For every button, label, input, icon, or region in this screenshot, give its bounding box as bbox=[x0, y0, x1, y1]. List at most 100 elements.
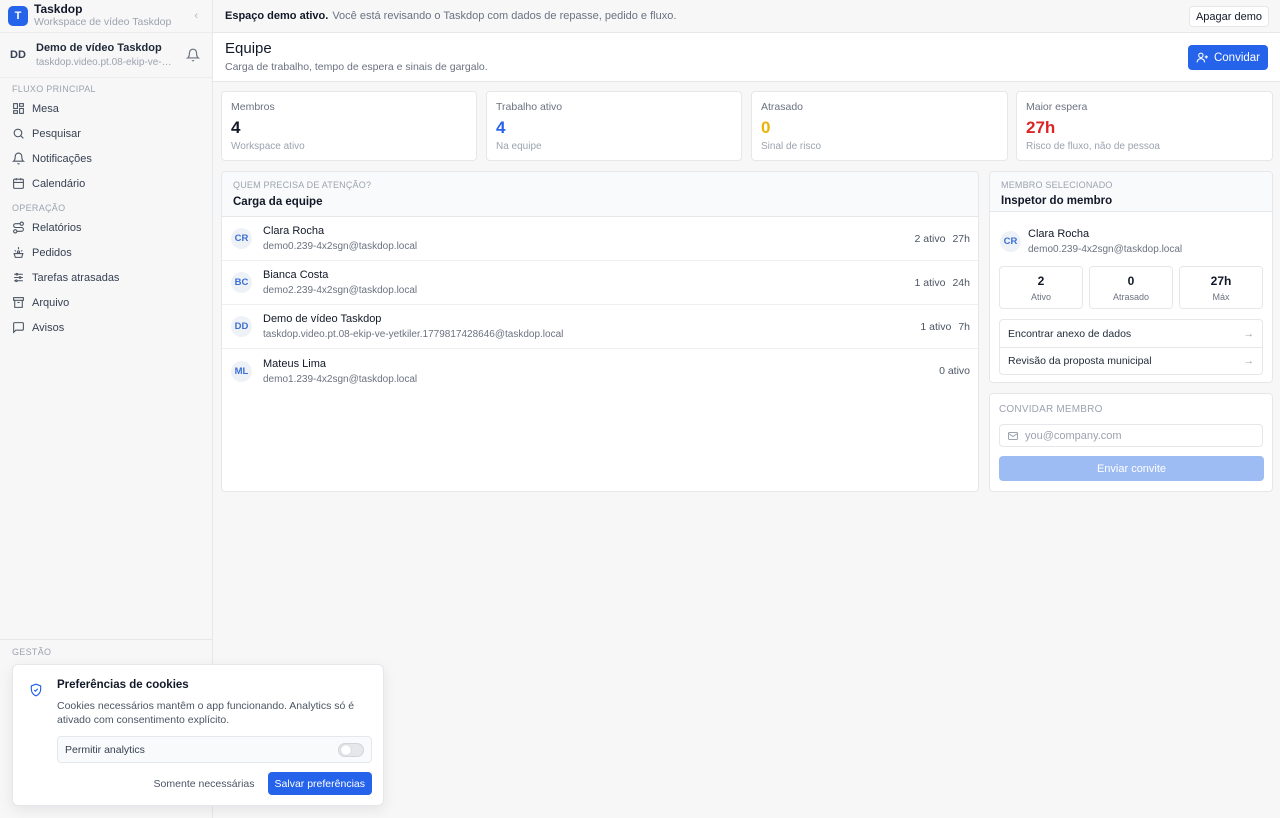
banner-text: Você está revisando o Taskdop com dados … bbox=[332, 10, 677, 22]
member-name: Clara Rocha bbox=[263, 225, 325, 237]
analytics-label: Permitir analytics bbox=[65, 743, 145, 756]
inspector-member: CR Clara Rocha demo0.239-4x2sgn@taskdop.… bbox=[990, 212, 1272, 256]
sidebar-item-label: Tarefas atrasadas bbox=[32, 271, 120, 284]
stat-label: Membros bbox=[231, 101, 275, 113]
member-row[interactable]: CR Clara Rocha demo0.239-4x2sgn@taskdop.… bbox=[222, 217, 978, 261]
save-preferences-button[interactable]: Salvar preferências bbox=[267, 772, 372, 795]
order-icon bbox=[13, 247, 24, 258]
avatar: BC bbox=[231, 272, 252, 293]
member-name: Mateus Lima bbox=[263, 357, 326, 370]
mini-stat-late: 0 Atrasado bbox=[1089, 266, 1173, 309]
archive-icon bbox=[13, 297, 24, 308]
user-name: Demo de vídeo Taskdop bbox=[36, 42, 162, 54]
sidebar-item-tarefas-atrasadas[interactable]: Tarefas atrasadas bbox=[0, 265, 212, 290]
mail-icon bbox=[1008, 431, 1018, 440]
member-inspector: MEMBRO SELECIONADO Inspetor do membro CR… bbox=[989, 171, 1273, 383]
stat-card-longest-wait: Maior espera 27h Risco de fluxo, não de … bbox=[1016, 91, 1273, 161]
member-wait: 24h bbox=[952, 276, 970, 289]
inspector-member-email: demo0.239-4x2sgn@taskdop.local bbox=[1028, 244, 1183, 255]
stat-value: 0 bbox=[761, 118, 771, 137]
inspector-title: Inspetor do membro bbox=[1001, 195, 1113, 207]
member-active-count: 0 ativo bbox=[939, 365, 970, 377]
brand-subtitle: Workspace de vídeo Taskdop bbox=[34, 16, 172, 28]
send-invite-button[interactable]: Enviar convite bbox=[999, 456, 1264, 481]
task-label: Encontrar anexo de dados bbox=[1008, 327, 1132, 340]
arrow-right-icon: → bbox=[1243, 355, 1255, 367]
member-email: taskdop.video.pt.08-ekip-ve-yetkiler.177… bbox=[263, 329, 564, 340]
mini-stat-value: 27h bbox=[1210, 274, 1232, 288]
analytics-toggle-row[interactable]: Permitir analytics bbox=[57, 736, 372, 763]
sidebar-item-mesa[interactable]: Mesa bbox=[0, 96, 212, 121]
sliders-icon bbox=[14, 272, 23, 283]
user-email: taskdop.video.pt.08-ekip-ve-… bbox=[36, 57, 172, 68]
sidebar-item-label: Avisos bbox=[32, 321, 65, 334]
sidebar-item-label: Pedidos bbox=[32, 246, 72, 259]
delete-demo-button[interactable]: Apagar demo bbox=[1188, 6, 1269, 27]
calendar-icon bbox=[13, 178, 24, 189]
current-user[interactable]: DD Demo de vídeo Taskdop taskdop.video.p… bbox=[0, 33, 212, 78]
member-email: demo2.239-4x2sgn@taskdop.local bbox=[263, 285, 418, 296]
brand: T Taskdop Workspace de vídeo Taskdop ‹ bbox=[0, 0, 212, 33]
banner-bold: Espaço demo ativo. bbox=[225, 10, 329, 22]
sidebar-item-avisos[interactable]: Avisos bbox=[0, 315, 212, 340]
inspector-stats: 2 Ativo 0 Atrasado 27h Máx bbox=[990, 266, 1272, 309]
mini-stat-label: Ativo bbox=[1030, 292, 1051, 302]
cookie-actions: Somente necessárias Salvar preferências bbox=[29, 772, 372, 795]
invite-email-input[interactable] bbox=[1025, 429, 1245, 442]
mini-stat-value: 2 bbox=[1037, 274, 1045, 288]
sidebar-item-relatorios[interactable]: Relatórios bbox=[0, 215, 212, 240]
necessary-only-button[interactable]: Somente necessárias bbox=[154, 778, 255, 790]
analytics-toggle[interactable] bbox=[338, 742, 364, 757]
avatar: DD bbox=[231, 316, 252, 337]
stat-value: 4 bbox=[231, 118, 241, 137]
sidebar-item-pedidos[interactable]: Pedidos bbox=[0, 240, 212, 265]
sidebar-item-notificacoes[interactable]: Notificações bbox=[0, 146, 212, 171]
member-active-count: 2 ativo bbox=[914, 232, 946, 245]
invite-button-label: Convidar bbox=[1213, 51, 1261, 64]
member-name: Bianca Costa bbox=[263, 269, 329, 281]
bell-icon[interactable] bbox=[185, 48, 201, 65]
member-wait: 7h bbox=[958, 320, 970, 333]
member-wait: 27h bbox=[952, 232, 970, 245]
task-item[interactable]: Encontrar anexo de dados → bbox=[1000, 320, 1262, 347]
page-subtitle: Carga de trabalho, tempo de espera e sin… bbox=[225, 61, 488, 73]
team-kicker: QUEM PRECISA DE ATENÇÃO? bbox=[233, 180, 372, 190]
member-email: demo1.239-4x2sgn@taskdop.local bbox=[263, 373, 418, 385]
invite-button[interactable]: Convidar bbox=[1188, 45, 1268, 70]
demo-banner: Espaço demo ativo. Você está revisando o… bbox=[213, 0, 1280, 33]
sidebar-item-label: Relatórios bbox=[32, 221, 82, 234]
mini-stat-value: 0 bbox=[1127, 274, 1135, 288]
avatar: ML bbox=[231, 360, 252, 382]
task-item[interactable]: Revisão da proposta municipal → bbox=[1000, 347, 1262, 374]
member-row[interactable]: ML Mateus Lima demo1.239-4x2sgn@taskdop.… bbox=[222, 349, 978, 393]
nav-section-main: FLUXO PRINCIPAL bbox=[12, 84, 96, 94]
stat-label: Maior espera bbox=[1026, 101, 1088, 113]
team-load-card: QUEM PRECISA DE ATENÇÃO? Carga da equipe… bbox=[221, 171, 979, 492]
brand-logo: T bbox=[8, 6, 28, 26]
team-load-header: QUEM PRECISA DE ATENÇÃO? Carga da equipe bbox=[222, 172, 978, 217]
mini-stat-max: 27h Máx bbox=[1179, 266, 1263, 309]
inspector-kicker: MEMBRO SELECIONADO bbox=[1001, 180, 1113, 190]
search-icon bbox=[13, 128, 24, 139]
member-row[interactable]: BC Bianca Costa demo2.239-4x2sgn@taskdop… bbox=[222, 261, 978, 305]
invite-label: CONVIDAR MEMBRO bbox=[999, 404, 1103, 415]
member-name: Demo de vídeo Taskdop bbox=[263, 313, 382, 325]
team-title: Carga da equipe bbox=[233, 196, 323, 208]
message-icon bbox=[13, 322, 24, 334]
nav-section-gestao-wrapper: GESTÃO bbox=[0, 639, 212, 657]
avatar: CR bbox=[231, 228, 252, 249]
invite-email-field[interactable] bbox=[999, 424, 1263, 447]
sidebar-item-label: Notificações bbox=[32, 152, 92, 165]
member-active-count: 1 ativo bbox=[920, 320, 952, 333]
sidebar-item-pesquisar[interactable]: Pesquisar bbox=[0, 121, 212, 146]
invite-member-card: CONVIDAR MEMBRO Enviar convite bbox=[989, 393, 1273, 492]
inspector-member-name: Clara Rocha bbox=[1028, 228, 1090, 240]
inspector-header: MEMBRO SELECIONADO Inspetor do membro bbox=[990, 172, 1272, 212]
sidebar-item-calendario[interactable]: Calendário bbox=[0, 171, 212, 196]
mini-stat-label: Máx bbox=[1212, 292, 1230, 302]
sidebar-item-arquivo[interactable]: Arquivo bbox=[0, 290, 212, 315]
bell-icon bbox=[12, 152, 25, 165]
task-label: Revisão da proposta municipal bbox=[1008, 355, 1152, 367]
collapse-sidebar-icon[interactable]: ‹ bbox=[194, 10, 198, 22]
member-row[interactable]: DD Demo de vídeo Taskdop taskdop.video.p… bbox=[222, 305, 978, 349]
